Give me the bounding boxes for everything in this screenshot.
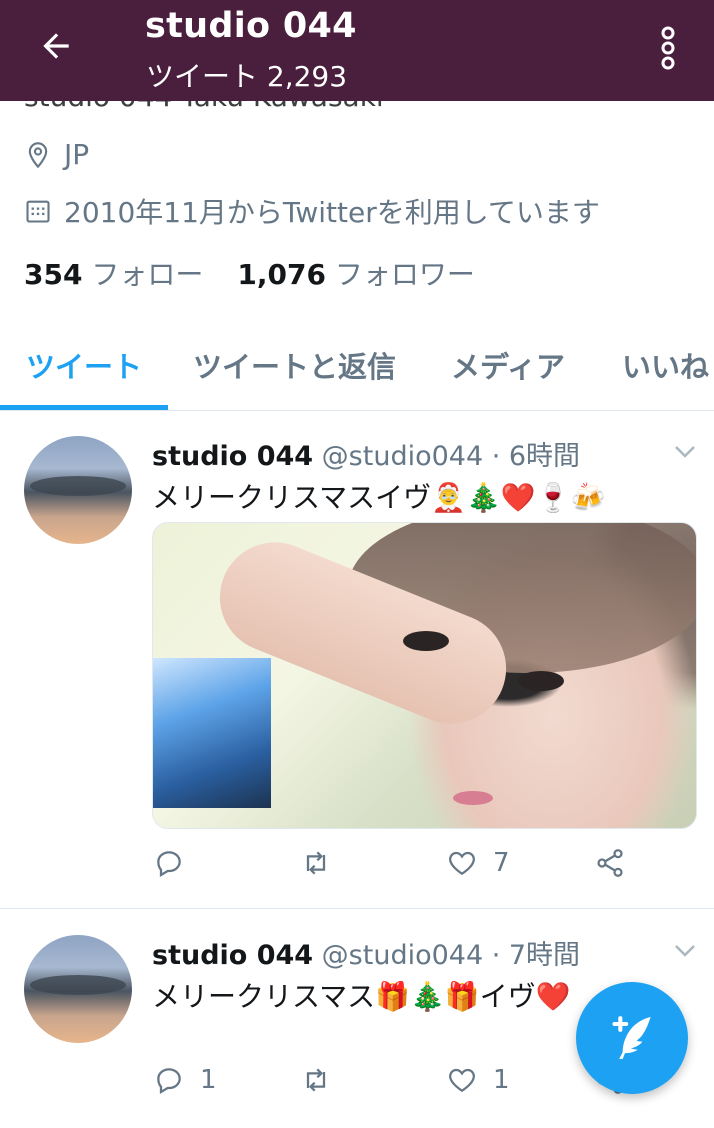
arrow-left-icon <box>43 33 69 59</box>
tab-media[interactable]: メディア <box>451 344 565 386</box>
tweet-text: メリークリスマスイヴ🤶🎄❤️🍷🍻 <box>152 481 606 514</box>
tweet-header: studio 044 @studio044 · 7時間 <box>152 933 580 972</box>
more-vertical-icon <box>661 26 675 70</box>
reply-icon <box>157 1068 181 1095</box>
retweet-button[interactable] <box>298 847 348 879</box>
profile-tabs: ツイート ツイートと返信 メディア いいね <box>0 330 714 411</box>
tab-likes[interactable]: いいね <box>622 344 709 386</box>
heart-icon <box>449 1068 475 1092</box>
avatar[interactable] <box>24 436 132 544</box>
photo-monitor-detail <box>153 658 271 808</box>
heart-icon <box>449 851 475 875</box>
avatar[interactable] <box>24 935 132 1043</box>
following-link[interactable]: 354 フォロー <box>24 253 203 293</box>
retweet-icon <box>306 1068 326 1092</box>
location-text: JP <box>64 138 90 171</box>
like-button[interactable]: 7 <box>445 847 510 879</box>
calendar-icon <box>26 200 50 223</box>
retweet-button[interactable] <box>298 1064 348 1096</box>
page-title: studio 044 <box>145 6 357 46</box>
share-button[interactable] <box>593 847 627 879</box>
chevron-down-icon <box>675 446 695 458</box>
reply-button[interactable] <box>152 847 200 879</box>
profile-joined: 2010年11月からTwitterを利用しています <box>24 191 600 231</box>
reply-button[interactable]: 1 <box>152 1064 217 1096</box>
tweet-text: メリークリスマス🎁🎄🎁イヴ❤️ <box>152 980 571 1013</box>
compose-tweet-button[interactable] <box>576 982 688 1094</box>
followers-link[interactable]: 1,076 フォロワー <box>237 253 475 293</box>
tab-tweets[interactable]: ツイート <box>26 344 142 386</box>
tweet-card[interactable]: studio 044 @studio044 · 6時間 メリークリスマスイヴ🤶🎄… <box>0 410 714 909</box>
reply-count: 1 <box>200 1065 217 1095</box>
tweet-author-name[interactable]: studio 044 <box>152 441 313 472</box>
like-count: 7 <box>493 848 510 878</box>
tweet-menu-button[interactable] <box>673 444 697 464</box>
location-pin-icon <box>28 141 48 168</box>
tweet-actions: 1 1 <box>152 1064 652 1108</box>
back-button[interactable] <box>34 24 78 68</box>
following-label: フォロー <box>91 258 204 291</box>
profile-location: JP <box>24 138 89 171</box>
share-icon <box>597 849 623 877</box>
more-options-button[interactable] <box>650 24 686 72</box>
tweet-count: ツイート 2,293 <box>146 60 348 93</box>
tweet-menu-button[interactable] <box>673 943 697 963</box>
tweet-actions: 7 <box>152 847 652 891</box>
compose-tweet-icon <box>612 1016 651 1059</box>
follow-stats: 354 フォロー 1,076 フォロワー <box>24 253 475 293</box>
tweet-author-name[interactable]: studio 044 <box>152 940 313 971</box>
chevron-down-icon <box>675 945 695 957</box>
like-button[interactable]: 1 <box>445 1064 510 1096</box>
retweet-icon <box>306 851 326 875</box>
tweet-photo[interactable] <box>152 522 697 829</box>
reply-icon <box>157 851 181 878</box>
photo-lips-detail <box>453 791 493 805</box>
like-count: 1 <box>493 1065 510 1095</box>
photo-eye-detail <box>403 631 449 651</box>
followers-label: フォロワー <box>334 258 475 291</box>
tweet-meta: @studio044 · 6時間 <box>313 441 581 472</box>
photo-eye-detail <box>518 671 564 691</box>
tweet-header: studio 044 @studio044 · 6時間 <box>152 434 580 473</box>
followers-count: 1,076 <box>237 258 326 291</box>
joined-text: 2010年11月からTwitterを利用しています <box>64 196 600 229</box>
tweet-meta: @studio044 · 7時間 <box>313 940 581 971</box>
top-app-bar: studio 044 ツイート 2,293 <box>0 0 714 101</box>
following-count: 354 <box>24 258 83 291</box>
tab-tweets-and-replies[interactable]: ツイートと返信 <box>193 344 396 386</box>
